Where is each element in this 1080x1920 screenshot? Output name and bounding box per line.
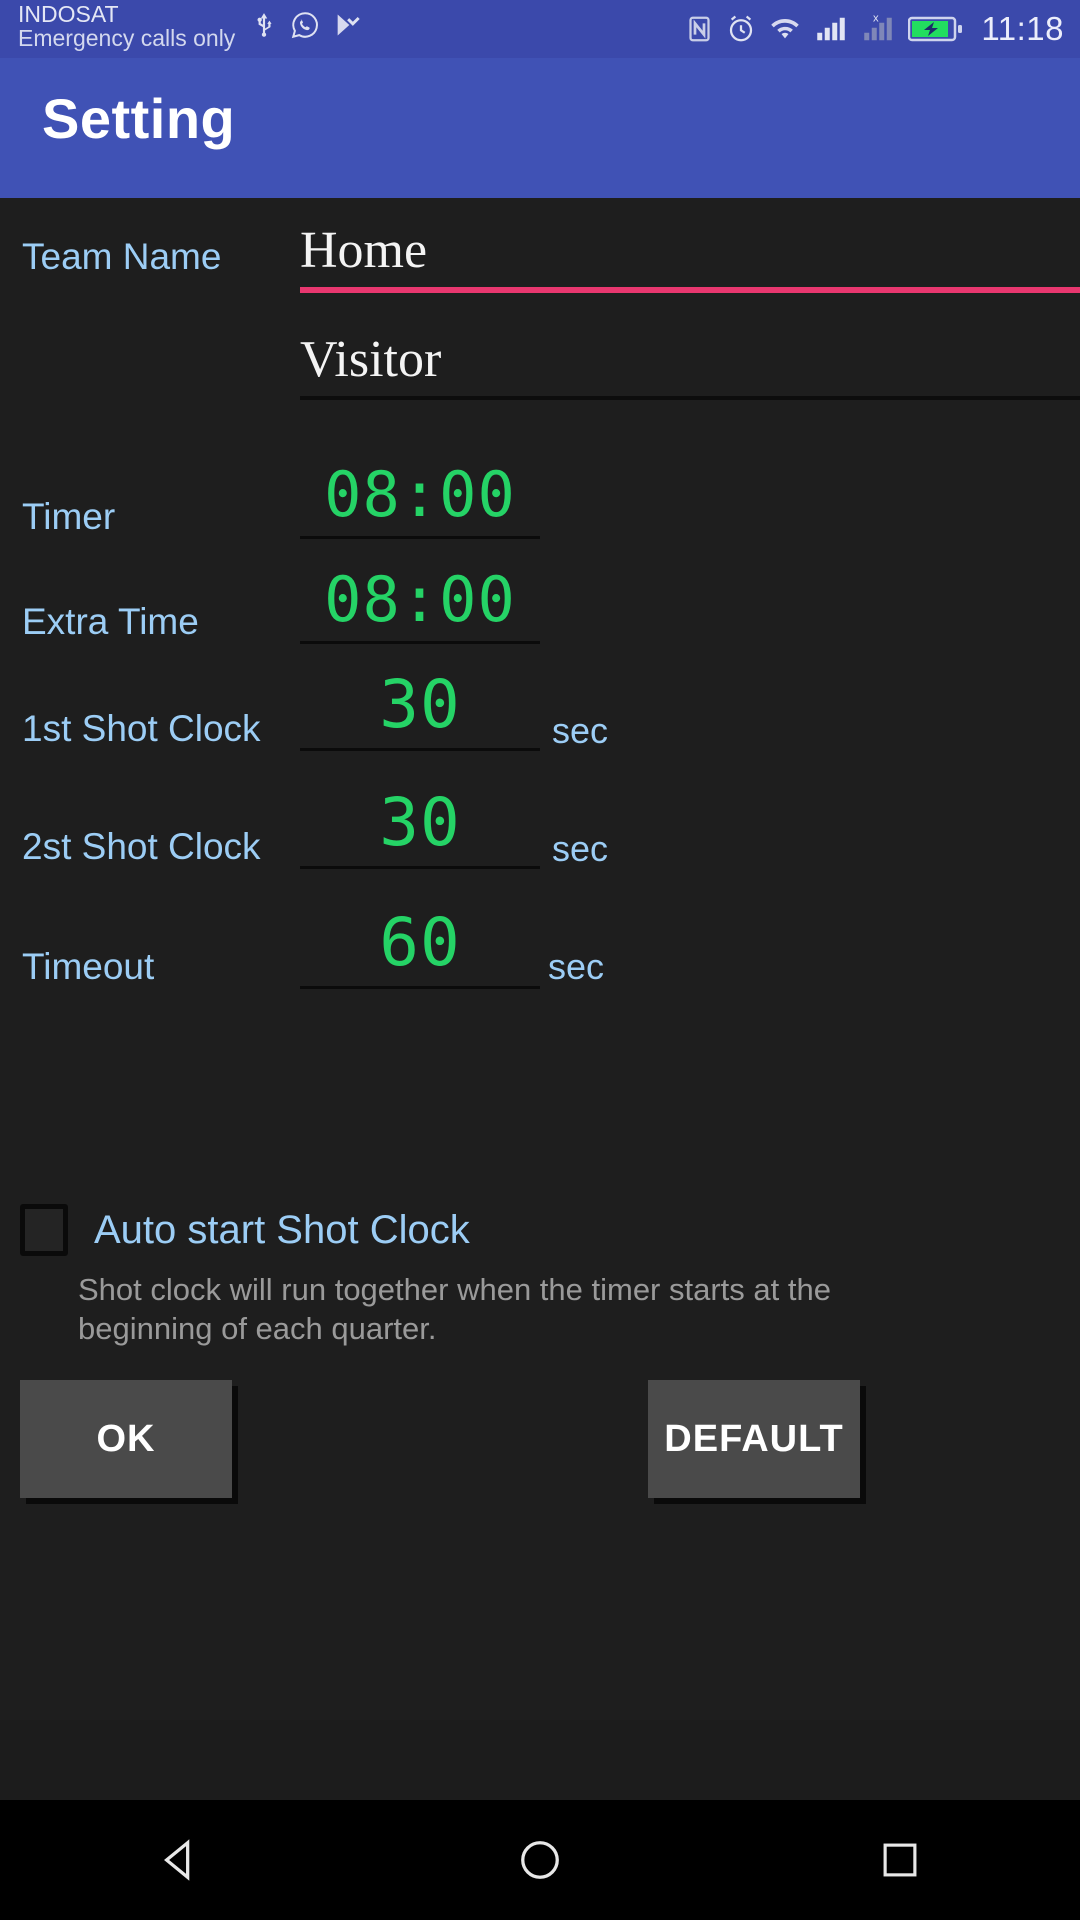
- auto-start-label: Auto start Shot Clock: [94, 1207, 470, 1252]
- second-shot-clock-value[interactable]: 30: [300, 790, 540, 856]
- wifi-icon: [771, 19, 800, 39]
- usb-icon: [257, 13, 272, 37]
- carrier-name: INDOSAT: [18, 1, 119, 27]
- carrier-status: Emergency calls only: [18, 25, 236, 52]
- second-shot-clock-unit: sec: [552, 828, 609, 869]
- app-bar: Setting: [0, 58, 1080, 198]
- status-bar-system-icons: x 11:18: [686, 10, 1064, 48]
- second-shot-clock-underline: [300, 866, 540, 869]
- first-shot-clock-underline: [300, 748, 540, 751]
- nav-home-button[interactable]: [480, 1800, 600, 1920]
- auto-start-shot-clock-row[interactable]: Auto start Shot Clock: [20, 1204, 470, 1256]
- settings-content: Team Name Home Visitor Timer 08:00 Extra…: [0, 198, 1080, 1720]
- nfc-icon: [689, 16, 710, 42]
- default-button-label: DEFAULT: [664, 1417, 844, 1460]
- first-shot-clock-value[interactable]: 30: [300, 672, 540, 738]
- extra-time-label: Extra Time: [22, 601, 199, 642]
- setting-row-timer: Timer 08:00: [0, 448, 1080, 558]
- carrier-info: INDOSAT Emergency calls only: [18, 2, 235, 51]
- ok-button-label: OK: [96, 1417, 156, 1460]
- timer-underline: [300, 536, 540, 539]
- visitor-team-underline: [300, 396, 1080, 401]
- system-navigation-bar: [0, 1800, 1080, 1920]
- ok-button[interactable]: OK: [20, 1380, 232, 1498]
- page-title: Setting: [42, 87, 236, 150]
- home-team-field[interactable]: Home: [300, 222, 1080, 294]
- home-team-underline: [300, 287, 1080, 294]
- setting-row-second-shot-clock: 2st Shot Clock 30 sec: [0, 778, 1080, 888]
- status-bar-clock: 11:18: [981, 10, 1064, 47]
- setting-row-timeout: Timeout 60 sec: [0, 898, 1080, 1008]
- signal-bars-icon: [817, 17, 846, 41]
- back-triangle-icon: [164, 1839, 190, 1881]
- whatsapp-icon: [292, 12, 319, 39]
- default-button[interactable]: DEFAULT: [648, 1380, 860, 1498]
- extra-time-underline: [300, 641, 540, 644]
- auto-start-checkbox[interactable]: [20, 1204, 68, 1256]
- signal-bars-no-service-icon: x: [864, 14, 893, 41]
- extra-time-field[interactable]: 08:00: [300, 569, 540, 644]
- recents-square-icon: [883, 1843, 917, 1877]
- status-bar-notification-icons: [251, 10, 361, 40]
- second-shot-clock-label: 2st Shot Clock: [22, 826, 261, 867]
- nav-back-button[interactable]: [120, 1800, 240, 1920]
- status-bar-left: INDOSAT Emergency calls only: [18, 2, 361, 51]
- home-circle-icon: [521, 1841, 559, 1879]
- play-badge-icon: [337, 14, 361, 36]
- first-shot-clock-label: 1st Shot Clock: [22, 708, 261, 749]
- timeout-underline: [300, 986, 540, 989]
- timer-field[interactable]: 08:00: [300, 464, 540, 539]
- visitor-team-input[interactable]: Visitor: [300, 331, 1080, 396]
- first-shot-clock-unit: sec: [552, 710, 609, 751]
- phone-screen: INDOSAT Emergency calls only x 11:18 Set…: [0, 0, 1080, 1920]
- setting-row-extra-time: Extra Time 08:00: [0, 553, 1080, 663]
- status-bar: INDOSAT Emergency calls only x 11:18: [0, 0, 1080, 58]
- second-shot-clock-field[interactable]: 30: [300, 790, 540, 869]
- extra-time-value[interactable]: 08:00: [300, 569, 540, 631]
- timeout-label: Timeout: [22, 946, 155, 987]
- timeout-field[interactable]: 60: [300, 910, 540, 989]
- auto-start-description: Shot clock will run together when the ti…: [78, 1272, 831, 1347]
- team-name-visitor-row: Visitor: [0, 323, 1080, 433]
- timer-value[interactable]: 08:00: [300, 464, 540, 526]
- team-name-home-row: Team Name Home: [0, 198, 1080, 308]
- nav-recents-button[interactable]: [840, 1800, 960, 1920]
- visitor-team-field[interactable]: Visitor: [300, 331, 1080, 401]
- timeout-value[interactable]: 60: [300, 910, 540, 976]
- battery-charging-icon: [908, 16, 963, 42]
- home-team-input[interactable]: Home: [300, 222, 1080, 287]
- timeout-unit: sec: [548, 946, 605, 987]
- first-shot-clock-field[interactable]: 30: [300, 672, 540, 751]
- alarm-icon: [730, 15, 753, 42]
- team-name-label: Team Name: [22, 236, 222, 277]
- svg-text:x: x: [873, 14, 879, 25]
- setting-row-first-shot-clock: 1st Shot Clock 30 sec: [0, 660, 1080, 770]
- timer-label: Timer: [22, 496, 116, 537]
